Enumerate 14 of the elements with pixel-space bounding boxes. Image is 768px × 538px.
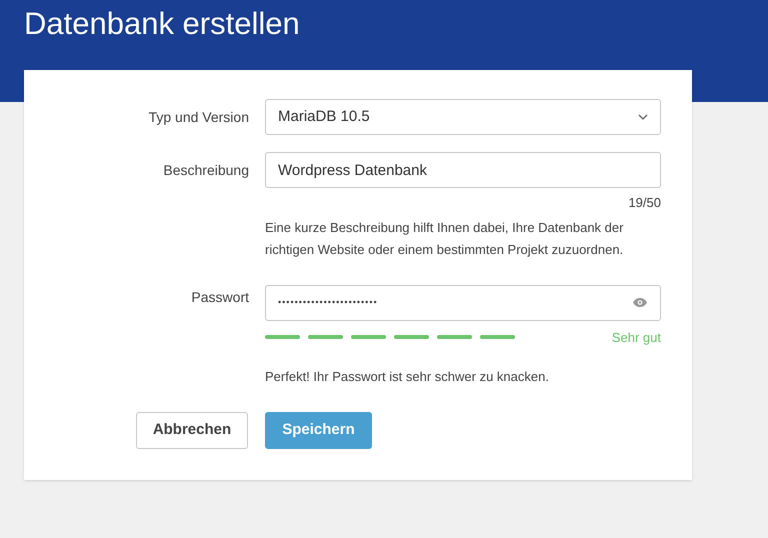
eye-icon[interactable] xyxy=(632,297,648,308)
version-select[interactable]: MariaDB 10.5 xyxy=(265,99,661,135)
password-field[interactable]: •••••••••••••••••••••••• xyxy=(265,284,661,320)
help-text: Eine kurze Beschreibung hilft Ihnen dabei, Ihre Datenbank der richtigen Website oder einem bestimmten Projekt zuzuordnen. xyxy=(265,218,624,259)
field-label: Beschreibung xyxy=(163,160,249,180)
page-title: Datenbank erstellen xyxy=(24,5,300,43)
chevron-down-icon xyxy=(638,114,648,120)
character-counter: 19/50 xyxy=(628,194,661,212)
cancel-button[interactable]: Abbrechen xyxy=(136,412,248,448)
strength-rating: Sehr gut xyxy=(612,328,661,347)
password-message: Perfekt! Ihr Passwort ist sehr schwer zu knacken. xyxy=(265,368,550,386)
field-label: Typ und Version xyxy=(148,108,249,127)
description-field[interactable]: Wordpress Datenbank xyxy=(265,152,661,188)
field-label: Passwort xyxy=(191,288,249,306)
